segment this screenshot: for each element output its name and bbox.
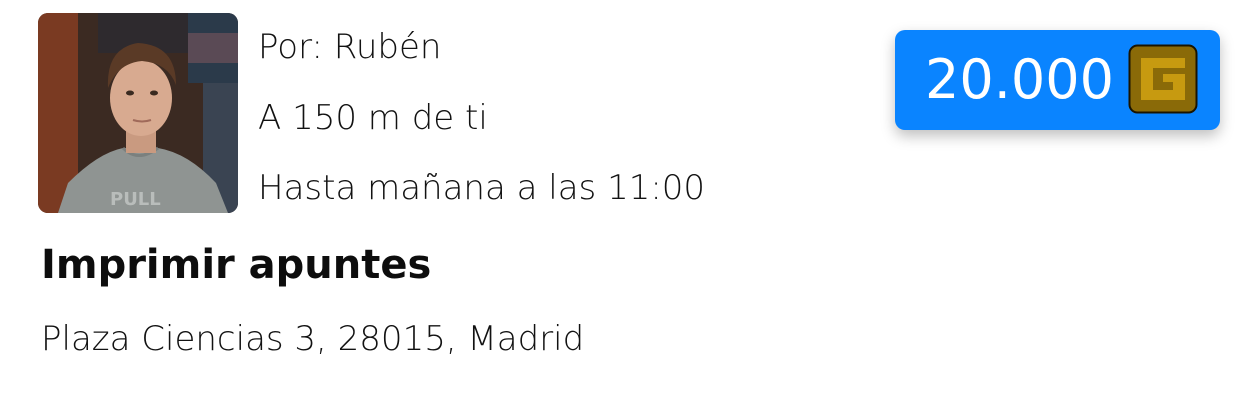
avatar-photo: PULL bbox=[38, 13, 238, 213]
deadline-label: Hasta mañana a las 11:00 bbox=[258, 168, 706, 208]
price-value: 20.000 bbox=[925, 48, 1114, 111]
svg-text:PULL: PULL bbox=[110, 189, 161, 210]
task-title: Imprimir apuntes bbox=[41, 242, 432, 288]
coin-g-icon bbox=[1128, 44, 1198, 114]
author-label: Por: Rubén bbox=[258, 27, 442, 67]
distance-label: A 150 m de ti bbox=[258, 98, 488, 138]
price-badge[interactable]: 20.000 bbox=[895, 30, 1220, 130]
task-address: Plaza Ciencias 3, 28015, Madrid bbox=[41, 319, 585, 359]
task-card[interactable]: PULL Por: Rubén A 150 m de ti Hasta maña… bbox=[0, 0, 1250, 400]
user-avatar[interactable]: PULL bbox=[38, 13, 238, 213]
